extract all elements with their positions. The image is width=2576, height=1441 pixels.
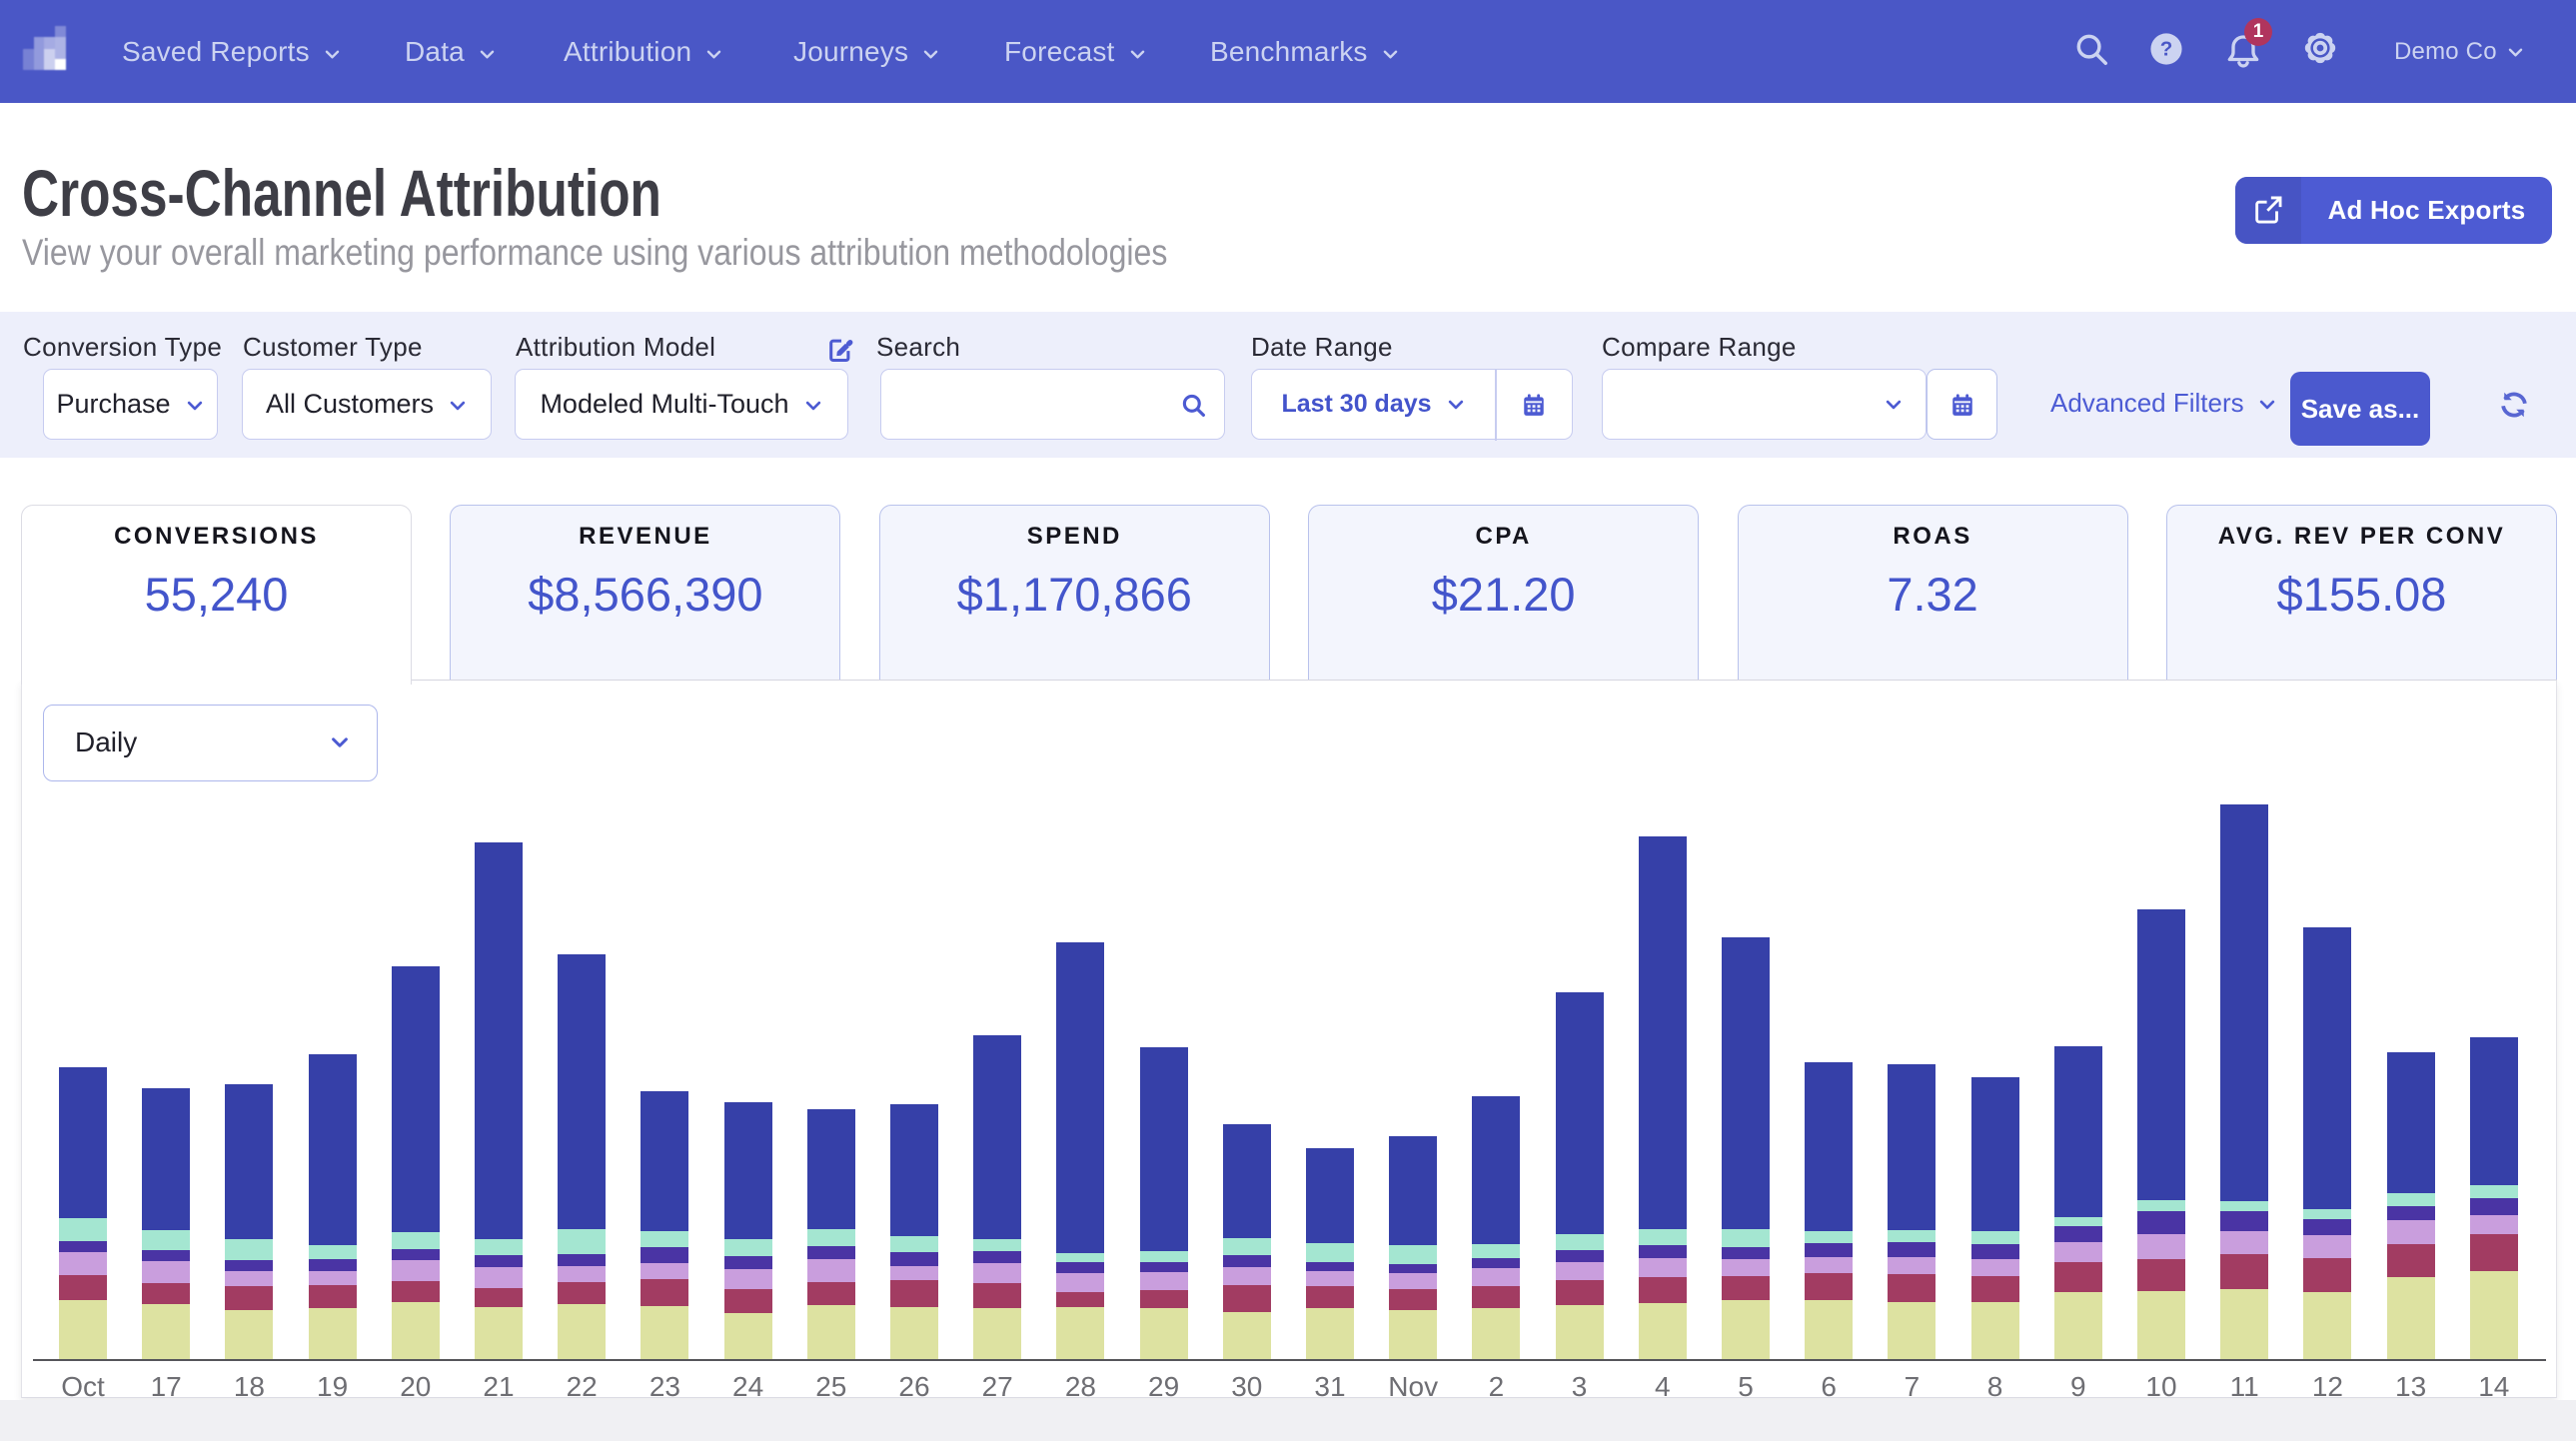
svg-text:?: ? [2160, 38, 2173, 61]
